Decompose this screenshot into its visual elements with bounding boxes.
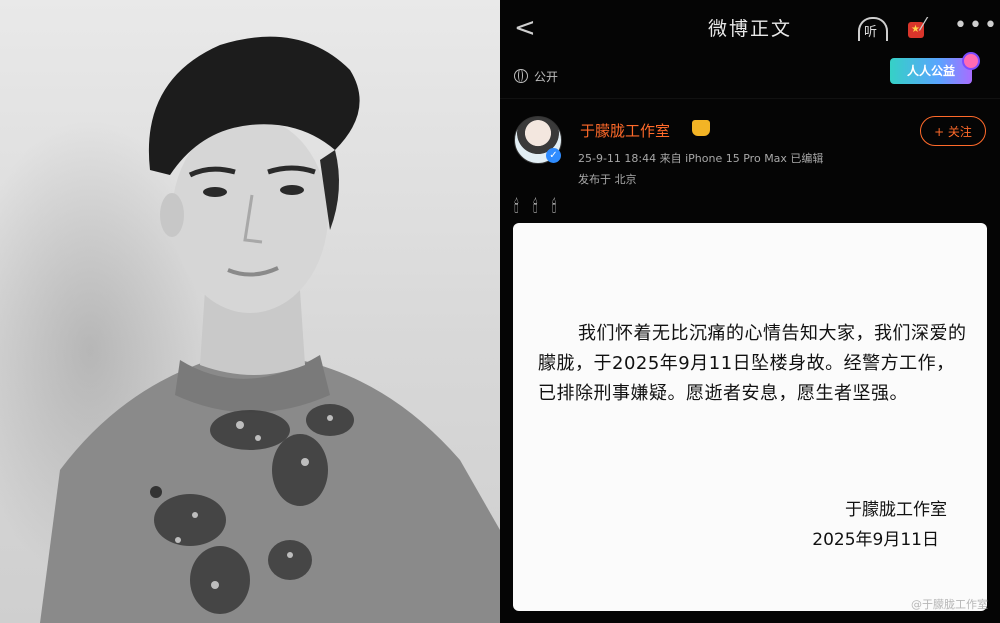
post-location: 发布于 北京 bbox=[578, 173, 637, 186]
charity-dot-icon bbox=[962, 52, 980, 70]
weibo-post-screen: < 微博正文 听 ★ ⁄ ••• 公开 人人公益 ✓ 于朦胧工作室 25-9-1… bbox=[500, 0, 1000, 623]
more-icon[interactable]: ••• bbox=[954, 15, 999, 37]
statement-body: 我们怀着无比沉痛的心情告知大家，我们深爱的朦胧，于2025年9月11日坠楼身故。… bbox=[538, 323, 967, 404]
crown-badge-icon bbox=[692, 120, 710, 136]
candle-icon: 🕯 bbox=[551, 197, 557, 217]
red-envelope-icon[interactable]: ★ ⁄ bbox=[908, 14, 936, 42]
star-glyph: ★ bbox=[911, 24, 920, 35]
visibility-indicator: 公开 bbox=[514, 66, 558, 86]
globe-icon bbox=[514, 69, 528, 83]
visibility-label: 公开 bbox=[534, 69, 559, 84]
candle-icon: 🕯 bbox=[514, 197, 519, 217]
statement-date: 2025年9月11日 bbox=[812, 530, 939, 550]
statement-image[interactable]: 我们怀着无比沉痛的心情告知大家，我们深爱的朦胧，于2025年9月11日坠楼身故。… bbox=[513, 223, 987, 611]
watermark: @于朦胧工作室 bbox=[911, 598, 988, 611]
post-meta: 25-9-11 18:44 来自 iPhone 15 Pro Max 已编辑 bbox=[578, 152, 824, 165]
charity-badge[interactable]: 人人公益 bbox=[890, 52, 980, 84]
portrait-illustration bbox=[40, 36, 500, 623]
top-bar: < 微博正文 听 ★ ⁄ ••• bbox=[500, 0, 1000, 56]
verified-icon: ✓ bbox=[546, 148, 561, 163]
statement-signature: 于朦胧工作室 bbox=[845, 500, 947, 520]
divider bbox=[500, 98, 1000, 99]
candle-icon: 🕯 bbox=[532, 197, 538, 217]
portrait-photo bbox=[0, 0, 500, 623]
sparkle-glyph: ⁄ bbox=[922, 14, 926, 35]
screen: < 微博正文 听 ★ ⁄ ••• 公开 人人公益 ✓ 于朦胧工作室 25-9-1… bbox=[0, 0, 1000, 623]
listen-label: 听 bbox=[864, 25, 878, 40]
follow-button[interactable]: + 关注 bbox=[920, 116, 986, 146]
username[interactable]: 于朦胧工作室 bbox=[580, 120, 670, 141]
listen-button[interactable]: 听 bbox=[856, 12, 892, 44]
charity-badge-label: 人人公益 bbox=[906, 64, 955, 78]
candle-emojis: 🕯 🕯 🕯 bbox=[514, 196, 556, 218]
